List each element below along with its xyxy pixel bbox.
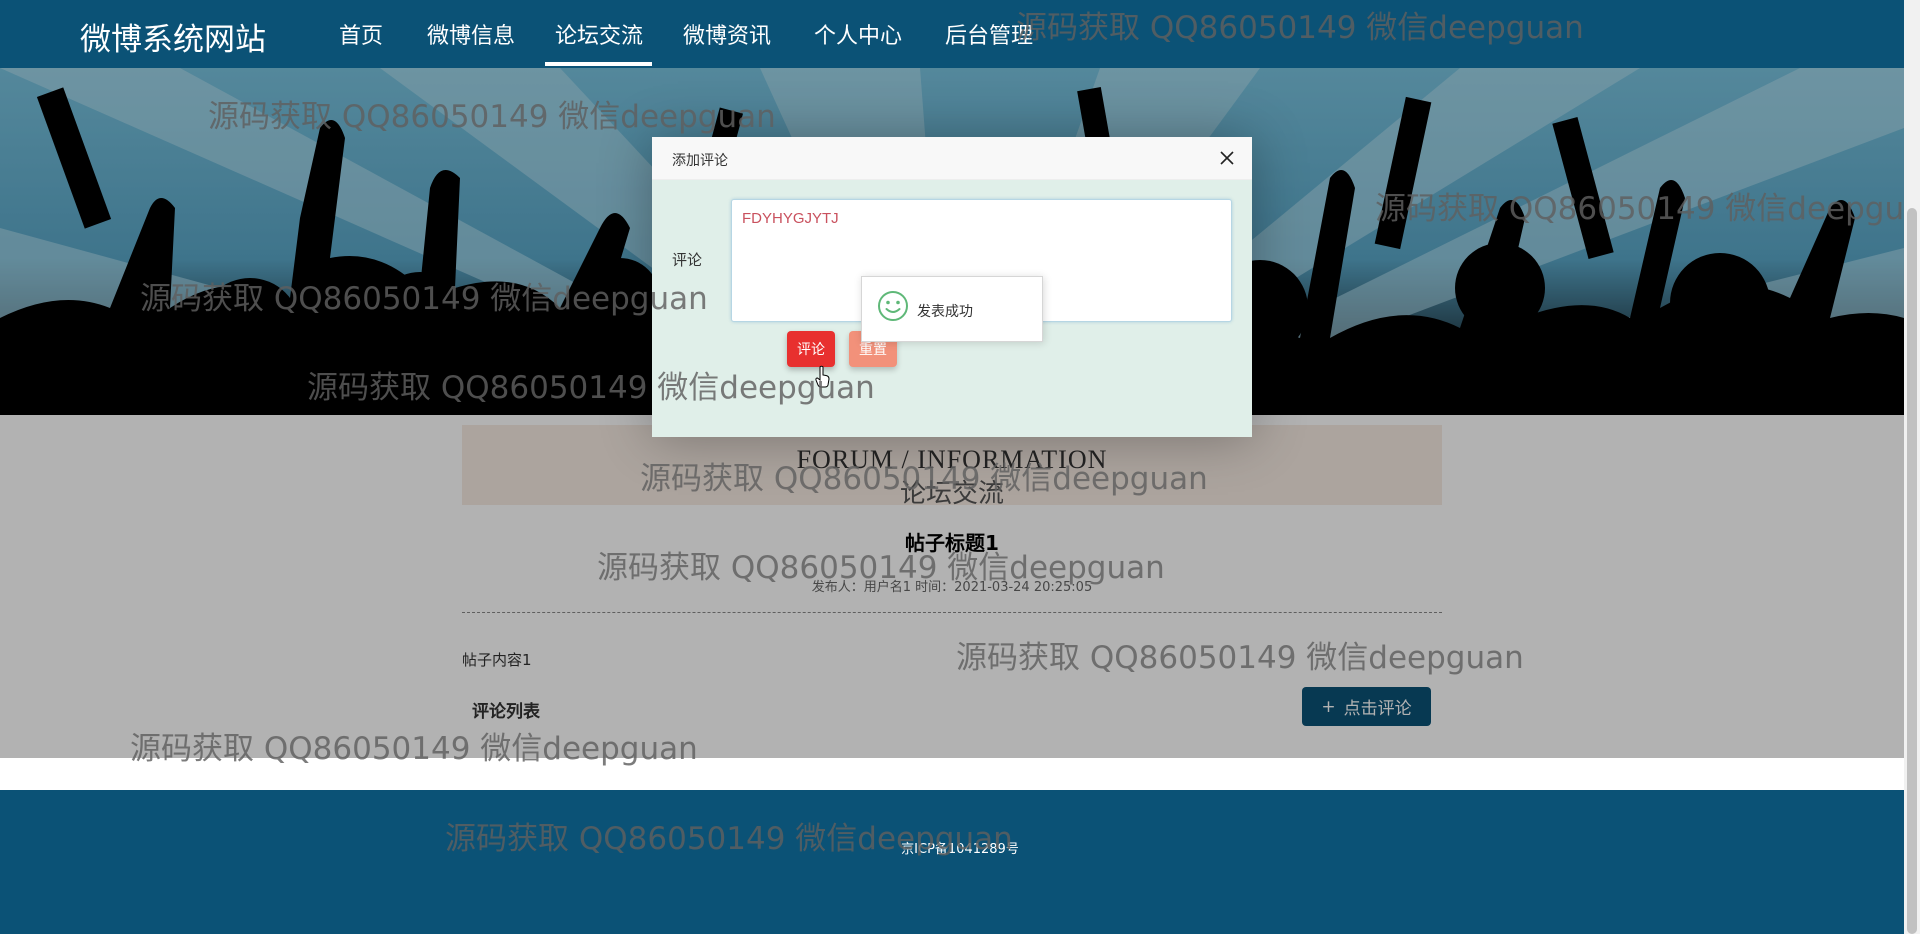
nav-admin[interactable]: 后台管理 xyxy=(945,18,1033,50)
site-brand[interactable]: 微博系统网站 xyxy=(80,14,266,59)
nav-personal-center[interactable]: 个人中心 xyxy=(814,18,902,50)
nav-weibo-news[interactable]: 微博资讯 xyxy=(683,18,771,50)
smile-icon xyxy=(878,291,908,321)
icp-record: 京ICP备1041289号 xyxy=(901,842,1019,857)
comment-textarea-value: FDYHYGJYTJ xyxy=(742,210,839,227)
site-footer: 京ICP备1041289号 xyxy=(0,790,1904,934)
dialog-header: 添加评论 xyxy=(652,137,1252,180)
close-icon[interactable] xyxy=(1217,148,1237,168)
hand-cursor-icon xyxy=(815,365,830,388)
nav-home[interactable]: 首页 xyxy=(339,18,383,50)
nav-weibo-info[interactable]: 微博信息 xyxy=(427,18,515,50)
comment-field-label: 评论 xyxy=(672,251,703,269)
page-scrollbar-thumb[interactable] xyxy=(1907,208,1917,934)
nav-active-indicator xyxy=(545,62,652,66)
toast-message: 发表成功 xyxy=(917,304,973,320)
top-navbar: 微博系统网站 首页 微博信息 论坛交流 微博资讯 个人中心 后台管理 xyxy=(0,0,1904,68)
nav-forum[interactable]: 论坛交流 xyxy=(555,18,643,50)
dialog-title: 添加评论 xyxy=(672,153,728,169)
submit-comment-button[interactable]: 评论 xyxy=(787,331,835,367)
success-toast: 发表成功 xyxy=(861,276,1043,342)
